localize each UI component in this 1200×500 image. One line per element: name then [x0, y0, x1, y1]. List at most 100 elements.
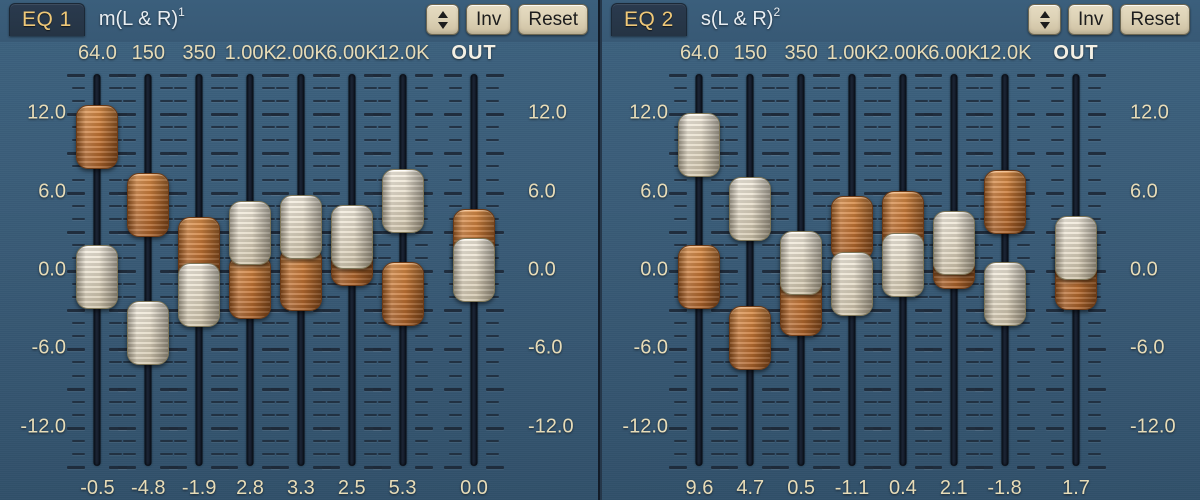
band-frequency-label: 6.00K [326, 42, 379, 64]
tick-mark [225, 400, 238, 403]
tick-mark [1088, 87, 1101, 90]
band-slider-thumb-cream[interactable] [178, 262, 221, 327]
db-scale: 12.0 6.0 0.0 -6.0 -12.0 [520, 42, 598, 500]
tick-mark [174, 335, 188, 338]
tick-mark [486, 335, 499, 338]
tick-mark [813, 439, 827, 442]
tick-mark [877, 296, 891, 299]
tick-mark [123, 296, 137, 299]
tick-mark [326, 139, 340, 142]
band-slider-thumb-orange[interactable] [127, 172, 170, 237]
reset-button[interactable]: Reset [518, 4, 588, 35]
reset-button[interactable]: Reset [1120, 4, 1190, 35]
tick-mark [211, 165, 225, 168]
tick-mark [326, 178, 340, 181]
band-gain-value: -4.8 [131, 477, 166, 499]
tick-mark [174, 413, 188, 416]
tick-mark [1088, 374, 1101, 377]
invert-button[interactable]: Inv [1068, 4, 1114, 35]
band-slider-thumb-cream[interactable] [229, 201, 271, 266]
tick-mark [725, 243, 739, 246]
tick-mark [377, 374, 391, 377]
tick-mark [827, 126, 840, 129]
tick-mark [160, 256, 174, 259]
slider-track[interactable] [746, 74, 754, 466]
tick-mark [914, 361, 928, 364]
tick-mark [725, 256, 739, 259]
tick-mark [262, 413, 275, 416]
slider-track[interactable] [144, 74, 152, 466]
stepper-button[interactable] [1028, 4, 1061, 35]
band-slider-thumb-orange[interactable] [76, 104, 119, 169]
tick-mark [262, 452, 275, 455]
tick-mark [160, 374, 174, 377]
tick-mark [312, 139, 326, 142]
band-slider-thumb-cream[interactable] [780, 231, 823, 296]
tick-mark [1051, 400, 1064, 403]
tick-mark [174, 87, 188, 90]
stepper-button[interactable] [426, 4, 459, 35]
band-slider-thumb-orange[interactable] [831, 196, 873, 261]
band-slider-thumb-orange[interactable] [381, 261, 424, 326]
band-slider-thumb-cream[interactable] [330, 205, 373, 270]
tick-mark [262, 374, 275, 377]
tick-mark [449, 374, 462, 377]
tick-mark [965, 126, 979, 129]
band-slider-thumb-cream[interactable] [381, 168, 424, 233]
tick-mark [275, 361, 289, 364]
tick-mark [928, 374, 942, 377]
band-slider-column: 150 -4.8 [118, 42, 179, 500]
tick-mark [109, 87, 123, 90]
tick-mark [762, 100, 776, 103]
band-slider-thumb-cream[interactable] [881, 232, 924, 297]
tick-mark [486, 374, 499, 377]
band-slider-thumb-cream[interactable] [76, 244, 119, 309]
tick-mark [326, 126, 340, 129]
band-gain-value: 0.5 [787, 477, 816, 499]
out-slider-thumb-cream[interactable] [1055, 215, 1097, 280]
invert-button[interactable]: Inv [466, 4, 512, 35]
band-slider-thumb-cream[interactable] [279, 194, 322, 259]
band-slider-thumb-cream[interactable] [932, 210, 975, 275]
tick-mark [312, 400, 326, 403]
tick-mark [363, 178, 377, 181]
tick-mark [326, 87, 340, 90]
tick-mark [262, 361, 275, 364]
band-slider-thumb-orange[interactable] [729, 305, 772, 370]
tick-mark [326, 322, 340, 325]
tick-mark [1016, 139, 1030, 142]
db-scale-label: 6.0 [528, 180, 556, 203]
band-slider-thumb-orange[interactable] [983, 170, 1026, 235]
out-label: OUT [1053, 42, 1099, 64]
tick-mark [326, 413, 340, 416]
tick-mark [928, 413, 942, 416]
band-slider-thumb-cream[interactable] [729, 176, 772, 241]
db-scale-label: -6.0 [633, 336, 668, 359]
band-slider-thumb-orange[interactable] [678, 244, 721, 309]
tick-mark [363, 452, 377, 455]
tick-mark [174, 361, 188, 364]
band-gain-value: 4.7 [736, 477, 765, 499]
tick-mark [275, 452, 289, 455]
tick-mark [326, 374, 340, 377]
out-slider-thumb-cream[interactable] [453, 238, 495, 302]
tick-mark [914, 439, 928, 442]
band-track-area [720, 74, 781, 469]
band-slider-thumb-cream[interactable] [831, 252, 873, 317]
band-slider-thumb-cream[interactable] [678, 112, 721, 177]
tick-mark [711, 335, 725, 338]
band-slider-thumb-cream[interactable] [127, 300, 170, 365]
tick-mark [312, 87, 326, 90]
tab-eq-2[interactable]: EQ 2 [611, 3, 687, 36]
tick-mark [123, 374, 137, 377]
tick-mark [160, 452, 174, 455]
tick-mark [211, 374, 225, 377]
tab-eq-1[interactable]: EQ 1 [9, 3, 85, 36]
db-scale-label: 0.0 [528, 258, 556, 281]
tick-mark [776, 217, 790, 220]
tick-mark [1046, 466, 1064, 469]
band-slider-thumb-cream[interactable] [983, 261, 1026, 326]
tick-mark [486, 139, 499, 142]
tick-mark [326, 439, 340, 442]
tick-mark [762, 165, 776, 168]
